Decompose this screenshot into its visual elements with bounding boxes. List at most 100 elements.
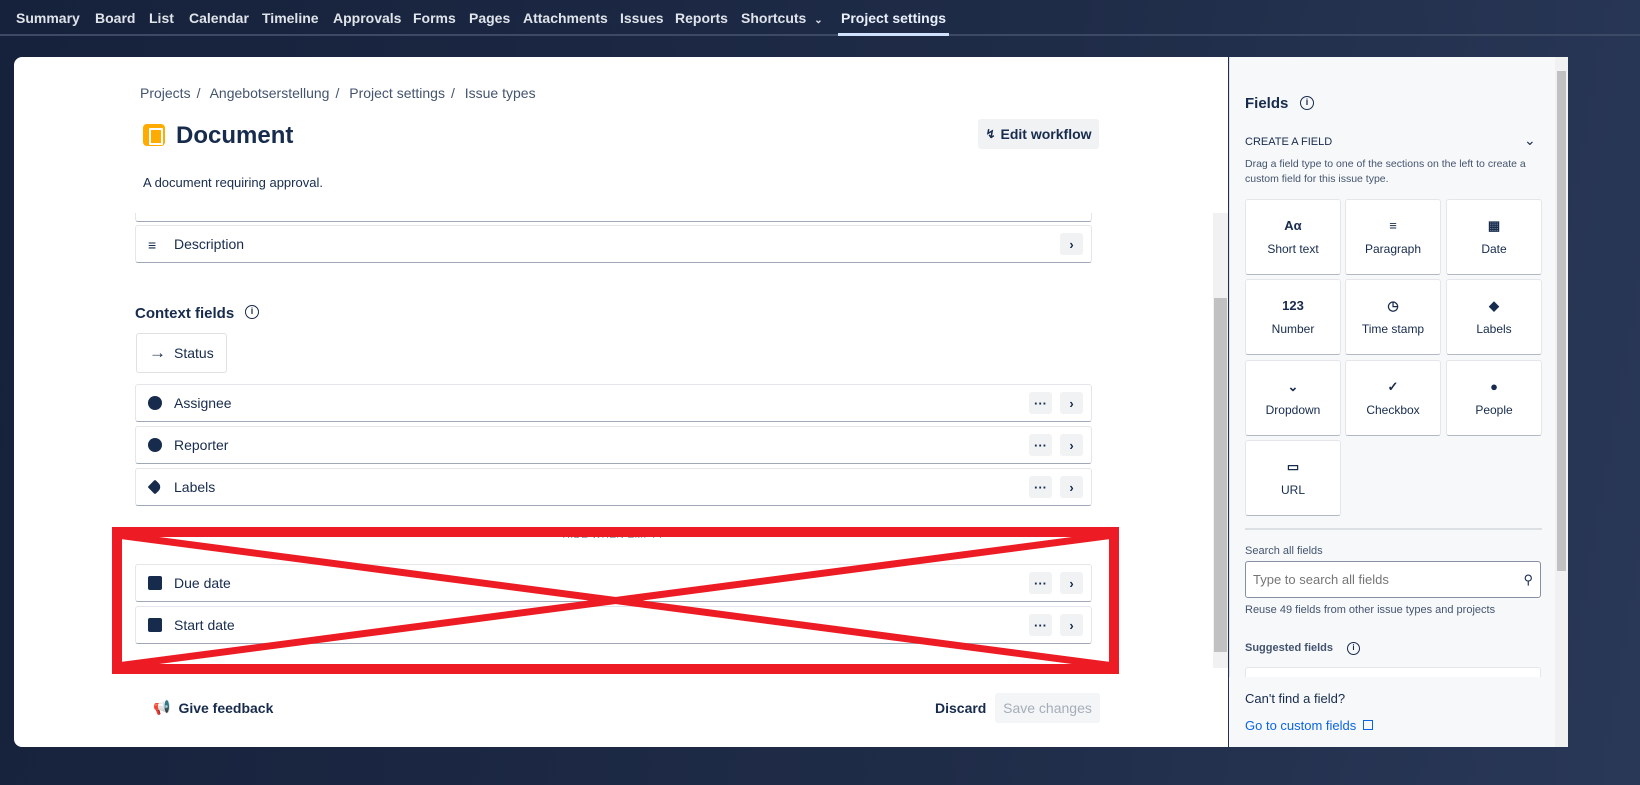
panel-footer [1229,677,1555,747]
field-type-icon: ≡ [1389,218,1397,233]
field-type-icon: 123 [1282,298,1304,313]
chevron-right-button[interactable]: › [1060,233,1083,255]
more-button[interactable]: ··· [1029,392,1052,414]
create-field-description: Drag a field type to one of the sections… [1245,158,1526,185]
info-icon[interactable]: i [245,305,259,319]
field-type-icon: ◆ [1489,298,1499,313]
field-type-label: Number [1271,322,1315,336]
document-icon [143,124,165,146]
info-icon[interactable]: i [1300,96,1314,110]
tab-list[interactable]: List [149,10,174,26]
field-type-label: URL [1280,483,1305,497]
tab-project-settings[interactable]: Project settings [838,10,950,36]
give-feedback-button[interactable]: 📢 Give feedback [153,699,273,716]
field-type-tile[interactable]: ◆ Labels [1446,279,1542,355]
field-type-label: Date [1481,242,1507,256]
cant-find-text: Can't find a field? [1245,691,1346,706]
tab-calendar[interactable]: Calendar [189,10,249,26]
tag-icon [147,479,163,495]
field-type-tile[interactable]: ● People [1446,360,1542,436]
chevron-right-button[interactable]: › [1060,434,1083,456]
more-button[interactable]: ··· [1029,476,1052,498]
field-type-label: Time stamp [1361,322,1425,336]
divider [1245,528,1542,530]
field-type-tile[interactable]: ▭ URL [1245,440,1341,516]
tab-shortcuts[interactable]: Shortcuts ⌄ [741,10,823,26]
search-input[interactable] [1253,572,1524,587]
field-row-reporter[interactable]: Reporter ··· › [135,426,1092,464]
megaphone-icon: 📢 [153,699,171,715]
field-type-icon: Aα [1284,218,1302,233]
search-field[interactable]: ⚲ [1245,561,1541,598]
issue-type-description: A document requiring approval. [143,175,323,190]
field-type-tile[interactable]: 123 Number [1245,279,1341,355]
annotation-red-x [112,527,1119,674]
suggested-fields-list [1245,667,1541,677]
field-type-tile[interactable]: ≡ Paragraph [1345,199,1441,275]
breadcrumb-issue-types[interactable]: Issue types [465,85,536,101]
create-field-heading: CREATE A FIELD [1245,136,1333,148]
scrollbar-thumb[interactable] [1557,71,1566,571]
field-type-tile[interactable]: ◷ Time stamp [1345,279,1441,355]
breadcrumb-settings[interactable]: Project settings [349,85,445,101]
chevron-down-icon[interactable]: ⌄ [1524,132,1536,149]
field-type-label: Checkbox [1366,403,1420,417]
field-type-icon: ✓ [1387,379,1399,394]
tab-approvals[interactable]: Approvals [333,10,401,26]
field-row-description[interactable]: ≡ Description › [135,225,1092,263]
tab-attachments[interactable]: Attachments [523,10,608,26]
tab-timeline[interactable]: Timeline [262,10,319,26]
field-row-labels[interactable]: Labels ··· › [135,468,1092,506]
person-icon [148,396,162,410]
field-type-tile[interactable]: Aα Short text [1245,199,1341,275]
field-row-assignee[interactable]: Assignee ··· › [135,384,1092,422]
discard-button[interactable]: Discard [935,700,986,716]
field-label: Labels [174,479,216,495]
chevron-right-button[interactable]: › [1060,392,1083,414]
arrow-right-icon: → [149,343,166,362]
workflow-icon: ↯ [985,127,996,141]
top-nav: Summary Board List Calendar Timeline App… [0,0,1640,36]
field-type-label: Short text [1267,242,1319,256]
status-field[interactable]: → Status [136,333,227,373]
field-type-tile[interactable]: ⌄ Dropdown [1245,360,1341,436]
fields-title: Fields [1245,95,1289,112]
edit-workflow-button[interactable]: ↯ Edit workflow [978,119,1099,149]
tab-pages[interactable]: Pages [469,10,510,26]
more-button[interactable]: ··· [1029,434,1052,456]
field-label: Reporter [174,437,229,453]
field-label: Description [174,236,245,252]
status-label: Status [174,345,214,361]
chevron-right-button[interactable]: › [1060,476,1083,498]
info-icon[interactable]: i [1347,642,1360,655]
chevron-down-icon: ⌄ [814,15,823,26]
field-type-tile[interactable]: ▦ Date [1446,199,1542,275]
tab-board[interactable]: Board [95,10,135,26]
content-scrollbar[interactable] [1213,213,1228,668]
breadcrumb-project[interactable]: Angebotserstellung [210,85,330,101]
field-label: Assignee [174,395,232,411]
breadcrumb-projects[interactable]: Projects [140,85,191,101]
context-fields-heading: Context fields [135,305,235,322]
panel-scrollbar[interactable] [1555,57,1568,747]
tab-reports[interactable]: Reports [675,10,728,26]
page-title: Document [176,122,294,149]
field-row-partial [135,213,1092,222]
breadcrumb: Projects / Angebotserstellung / Project se… [140,85,536,101]
tab-forms[interactable]: Forms [413,10,456,26]
custom-fields-link[interactable]: Go to custom fields [1245,718,1373,733]
field-type-label: People [1475,403,1513,417]
custom-fields-label: Go to custom fields [1245,718,1357,733]
field-type-tile[interactable]: ✓ Checkbox [1345,360,1441,436]
tab-summary[interactable]: Summary [16,10,80,26]
suggested-fields-heading: Suggested fields [1245,642,1334,654]
field-type-label: Paragraph [1364,242,1422,256]
reuse-text: Reuse 49 fields from other issue types a… [1245,604,1496,616]
external-link-icon [1362,720,1373,730]
edit-workflow-label: Edit workflow [1000,126,1092,142]
scrollbar-thumb[interactable] [1214,298,1227,652]
search-label: Search all fields [1245,545,1323,557]
field-type-icon: ▭ [1286,459,1300,474]
save-changes-button[interactable]: Save changes [995,693,1100,723]
tab-issues[interactable]: Issues [620,10,664,26]
